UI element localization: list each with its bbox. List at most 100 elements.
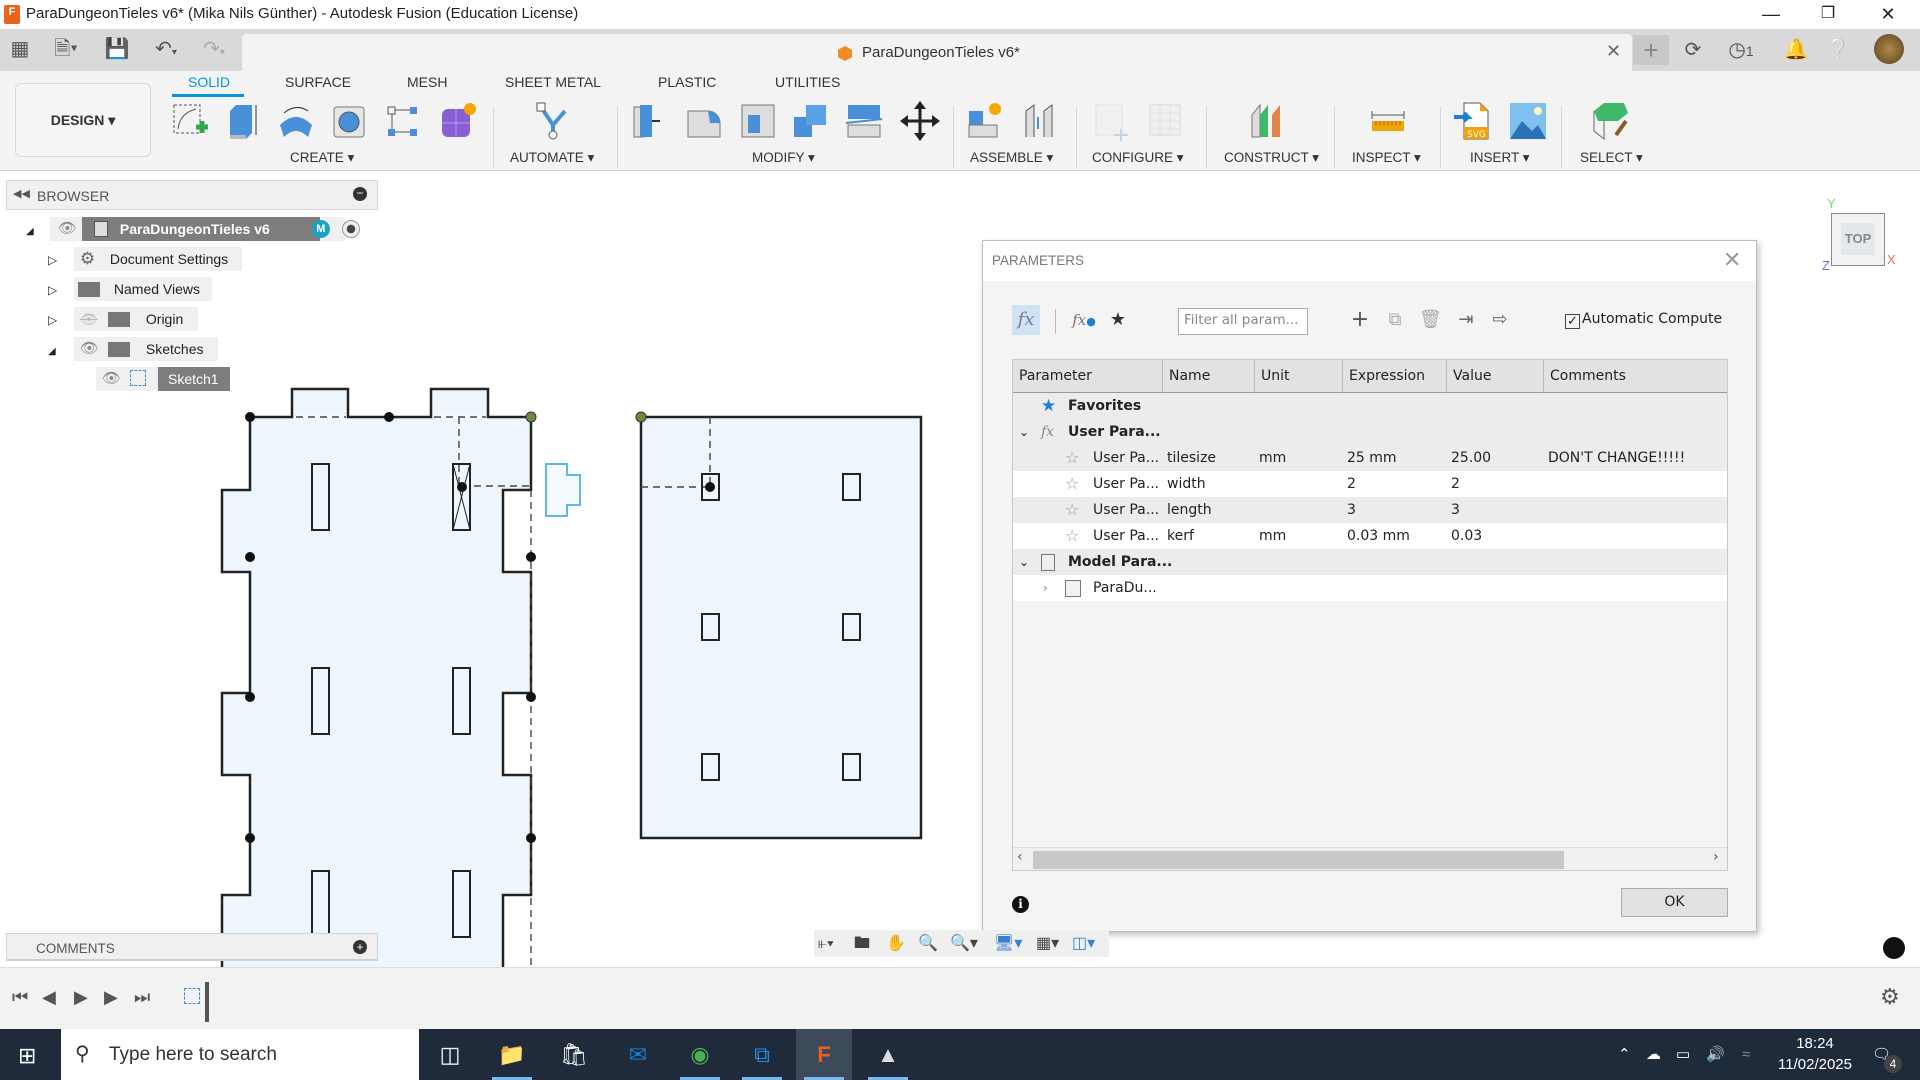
configure-group-label[interactable]: CONFIGURE ▾ (1092, 150, 1184, 166)
outlook-icon[interactable]: ✉ (610, 1029, 666, 1080)
user-avatar[interactable] (1874, 34, 1904, 64)
create-sketch-icon[interactable] (170, 101, 210, 141)
collapse-triangle-icon[interactable]: ◢ (26, 220, 46, 244)
timeline-sketch-feature-icon[interactable] (184, 988, 200, 1004)
workspace-switcher[interactable]: DESIGN ▾ (15, 83, 151, 157)
split-body-icon[interactable] (844, 101, 884, 141)
tab-utilities[interactable]: UTILITIES (775, 74, 840, 90)
sketch-profile-right[interactable] (639, 415, 923, 840)
favorite-star-outline-icon[interactable]: ☆ (1065, 497, 1079, 523)
fusion-taskbar-icon[interactable]: F (796, 1029, 852, 1080)
fit-window-icon[interactable]: 🔍▾ (950, 932, 978, 956)
pattern-icon[interactable] (384, 101, 424, 141)
step-forward-icon[interactable]: ▶ (104, 987, 118, 1008)
automate-group-label[interactable]: AUTOMATE ▾ (510, 150, 594, 166)
info-icon[interactable]: i (1012, 896, 1029, 913)
configure-icon[interactable] (1092, 101, 1132, 141)
save-icon[interactable]: 💾 (104, 37, 130, 61)
go-to-end-icon[interactable]: ⏭ (134, 987, 150, 1008)
table-row[interactable]: ☆ User Pa... length 3 3 (1013, 497, 1727, 523)
sketch-point[interactable] (705, 482, 715, 492)
tab-mesh[interactable]: MESH (407, 74, 447, 90)
dialog-close-button[interactable]: ✕ (1723, 247, 1741, 273)
group-row-favorites[interactable]: ★ Favorites (1013, 393, 1727, 419)
tree-item-document-settings[interactable]: ▷ ⚙ Document Settings (48, 247, 242, 271)
sketch-profile-left[interactable] (220, 387, 533, 967)
grid-settings-icon[interactable]: ▦▾ (1036, 932, 1059, 956)
inspect-group-label[interactable]: INSPECT ▾ (1352, 150, 1421, 166)
column-header-expression[interactable]: Expression (1343, 360, 1447, 393)
orbit-icon[interactable]: ⫦▾ (818, 932, 834, 956)
table-row[interactable]: ☆ User Pa... width 2 2 (1013, 471, 1727, 497)
tab-solid[interactable]: SOLID (188, 74, 230, 90)
cell-expression[interactable]: 3 (1347, 497, 1356, 523)
expand-triangle-icon[interactable]: ▷ (48, 308, 70, 332)
chevron-down-icon[interactable]: ⌄ (1019, 549, 1029, 575)
modify-group-label[interactable]: MODIFY ▾ (752, 150, 815, 166)
feedback-icon[interactable] (1883, 937, 1905, 959)
shell-icon[interactable] (738, 101, 778, 141)
cell-expression[interactable]: 0.03 mm (1347, 523, 1410, 549)
tab-surface[interactable]: SURFACE (285, 74, 351, 90)
show-hidden-icons-icon[interactable]: ⌃ (1618, 1029, 1631, 1080)
move-copy-icon[interactable] (900, 101, 940, 141)
zoom-icon[interactable]: 🔍 (918, 932, 938, 956)
favorite-star-outline-icon[interactable]: ☆ (1065, 445, 1079, 471)
taskbar-clock[interactable]: 18:24 11/02/2025 (1770, 1033, 1860, 1075)
cell-expression[interactable]: 25 mm (1347, 445, 1397, 471)
job-status-icon[interactable]: ◷1 (1718, 35, 1764, 65)
export-parameters-icon[interactable]: ⇨ (1489, 305, 1511, 335)
combine-icon[interactable] (790, 101, 830, 141)
visibility-eye-icon[interactable]: 👁 (80, 337, 99, 361)
help-icon[interactable]: ❔ (1820, 35, 1856, 65)
expand-triangle-icon[interactable]: ▷ (48, 248, 70, 272)
scrollbar-thumb[interactable] (1033, 851, 1564, 869)
automatic-compute-checkbox[interactable]: ✓ Automatic Compute (1565, 311, 1722, 329)
tab-plastic[interactable]: PLASTIC (658, 74, 716, 90)
insert-group-label[interactable]: INSERT ▾ (1470, 150, 1530, 166)
group-row-model-child[interactable]: › ParaDu... (1013, 575, 1727, 601)
undo-icon[interactable]: ↶▾ (146, 37, 186, 61)
look-at-icon[interactable]: 🖿 (854, 932, 870, 956)
offset-plane-icon[interactable] (1248, 101, 1288, 141)
play-icon[interactable]: ▶ (74, 987, 88, 1008)
ok-button[interactable]: OK (1621, 888, 1728, 917)
horizontal-scrollbar[interactable]: ‹ › (1013, 847, 1727, 870)
notification-center-icon[interactable]: 🗨 (1872, 1029, 1891, 1080)
table-row[interactable]: ☆ User Pa... tilesize mm 25 mm 25.00 DON… (1013, 445, 1727, 471)
tree-root[interactable]: ◢ 👁 ParaDungeonTieles v6 M (26, 217, 360, 244)
file-menu-icon[interactable]: 🗎▾ (48, 37, 84, 61)
insert-canvas-icon[interactable] (1508, 101, 1548, 141)
extrude-icon[interactable] (222, 101, 262, 141)
tree-item-sketch1[interactable]: 👁 Sketch1 (96, 367, 230, 391)
column-header-parameter[interactable]: Parameter (1013, 360, 1163, 393)
press-pull-icon[interactable] (630, 101, 670, 141)
volume-icon[interactable]: 🔊 (1706, 1029, 1725, 1080)
step-back-icon[interactable]: ◀ (42, 987, 56, 1008)
all-parameters-filter-icon[interactable]: fx (1012, 305, 1040, 335)
browser-options-icon[interactable]: − (353, 187, 367, 201)
task-view-icon[interactable]: ◫ (422, 1029, 478, 1080)
construct-group-label[interactable]: CONSTRUCT ▾ (1224, 150, 1319, 166)
copy-parameter-icon[interactable]: ⧉ (1384, 305, 1406, 335)
column-header-comments[interactable]: Comments (1544, 360, 1727, 393)
checkbox-checked-icon[interactable]: ✓ (1565, 314, 1580, 329)
activate-radio-icon[interactable] (341, 220, 360, 238)
scroll-right-icon[interactable]: › (1713, 849, 1719, 865)
pan-hand-icon[interactable]: ✋ (886, 932, 906, 956)
chevron-right-icon[interactable]: › (1043, 575, 1048, 601)
view-cube-face[interactable]: TOP (1841, 223, 1875, 255)
origin-point-right[interactable] (635, 411, 647, 423)
microsoft-store-icon[interactable]: 🛍 (546, 1029, 602, 1080)
inkscape-icon[interactable]: ▲ (860, 1029, 916, 1080)
create-group-label[interactable]: CREATE ▾ (290, 150, 354, 166)
select-icon[interactable] (1590, 101, 1630, 141)
assemble-group-label[interactable]: ASSEMBLE ▾ (970, 150, 1053, 166)
favorites-filter-star-icon[interactable]: ★ (1105, 305, 1131, 335)
tab-sheet-metal[interactable]: SHEET METAL (505, 74, 601, 90)
create-form-icon[interactable] (438, 101, 478, 141)
select-group-label[interactable]: SELECT ▾ (1580, 150, 1643, 166)
view-cube[interactable]: TOP (1831, 213, 1885, 266)
new-component-icon[interactable] (965, 101, 1005, 141)
cell-comments[interactable]: DON'T CHANGE!!!!! (1548, 445, 1685, 471)
